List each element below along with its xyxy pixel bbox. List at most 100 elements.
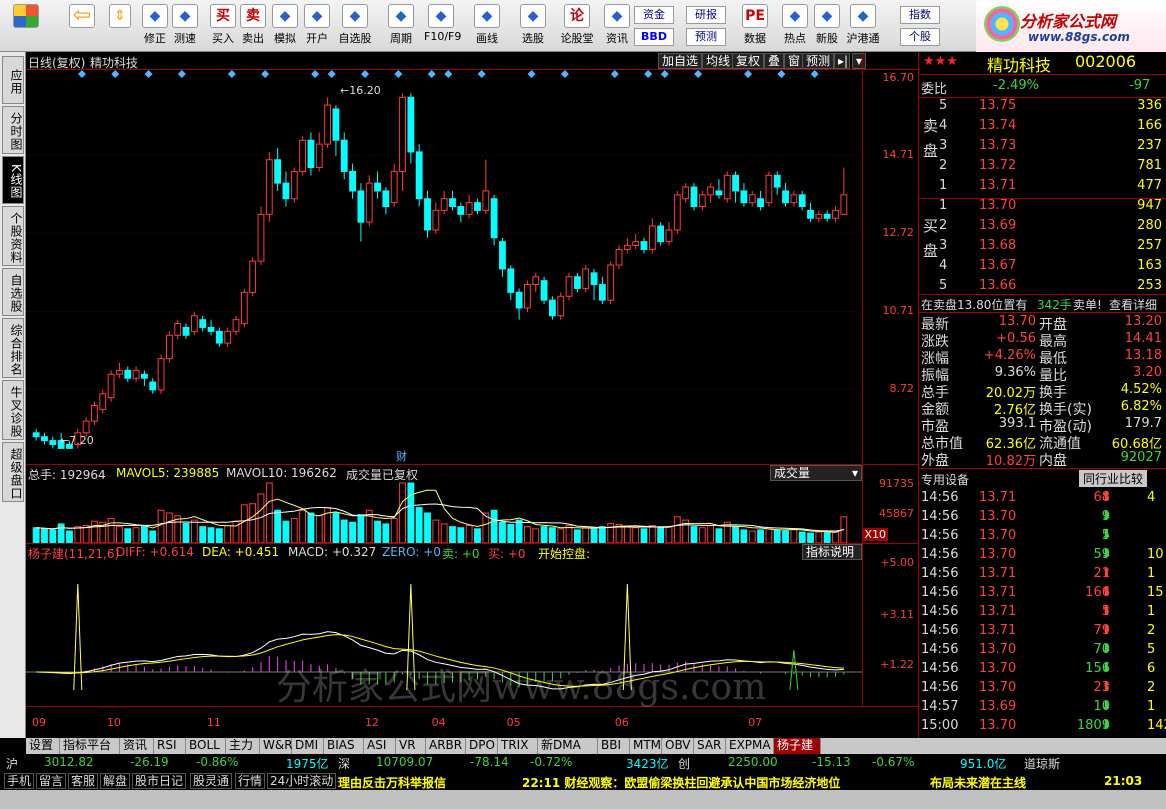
research-button[interactable]: 研报 — [686, 6, 726, 24]
toolbar-btn-3[interactable]: 卖卖出 — [236, 4, 270, 50]
indicator-tab-0[interactable]: 设置 — [26, 738, 60, 754]
news-ticker-1[interactable]: 理由反击万科举报信 — [338, 774, 446, 791]
chart-header-btn-1[interactable]: 均线 — [702, 53, 735, 69]
index-button[interactable]: 指数 — [900, 6, 940, 24]
chart-header: 日线(复权) 精功科技 加自选 均线 复权叠窗预测 ▸| ▾ — [26, 52, 918, 70]
toolbar-btn-10[interactable]: ◆ 选股 — [516, 4, 550, 50]
volume-bar — [57, 523, 65, 543]
back-button[interactable]: ⇦ — [62, 4, 102, 50]
indicator-tab-9[interactable]: ASI — [364, 738, 396, 754]
event-marker-icon — [644, 70, 653, 78]
up-down-button[interactable]: ⇕ — [106, 4, 134, 50]
indicator-tab-5[interactable]: 主力 — [226, 738, 260, 754]
toolbar-btn-5[interactable]: ◆ 开户 — [300, 4, 334, 50]
toolbar-btn-9[interactable]: ◆ 画线 — [470, 4, 504, 50]
stock-button[interactable]: 个股 — [900, 28, 940, 46]
pin-icon[interactable]: ▸| — [834, 53, 850, 69]
indicator-tab-14[interactable]: 新DMA — [538, 738, 598, 754]
toolbar-btn-4[interactable]: ◆ 模拟 — [268, 4, 302, 50]
indicator-tab-19[interactable]: EXPMA — [726, 738, 774, 754]
news-btn-1[interactable]: 留言 — [36, 773, 67, 789]
side-tab-7[interactable]: 超级盘口 — [2, 442, 24, 502]
industry-compare-button[interactable]: 同行业比较 — [1079, 470, 1148, 487]
side-tab-2[interactable]: K线图 — [2, 156, 24, 204]
indicator-tab-20[interactable]: 杨子建 — [774, 738, 821, 754]
news-btn-5[interactable]: 股灵通 — [190, 773, 233, 789]
chart-area[interactable]: 日线(复权) 精功科技 加自选 均线 复权叠窗预测 ▸| ▾ 16.70 14.71 1… — [26, 52, 918, 738]
indicator-tab-6[interactable]: W&R — [260, 738, 293, 754]
volume-bar — [132, 527, 140, 543]
bbd-button[interactable]: BBD — [634, 28, 674, 46]
toolbar-btn-11[interactable]: 论论股堂 — [560, 4, 594, 50]
toolbar-btn-7[interactable]: ◆ 周期 — [384, 4, 418, 50]
forecast-button[interactable]: 预测 — [686, 28, 726, 46]
indicator-tab-8[interactable]: BIAS — [324, 738, 364, 754]
chart-header-btn-2[interactable]: 复权 — [732, 53, 765, 69]
chart-header-btn-0[interactable]: 加自选 — [658, 53, 703, 69]
finance-marker[interactable]: 财 — [396, 448, 407, 464]
volume-bar — [182, 522, 190, 543]
weibi-label: 委比 — [921, 82, 948, 97]
news-ticker-3[interactable]: 布局未来潜在主线 — [930, 774, 1026, 791]
news-btn-3[interactable]: 解盘 — [100, 773, 131, 789]
indicator-tab-13[interactable]: TRIX — [498, 738, 538, 754]
volume-bar — [715, 528, 723, 543]
indicator-tab-1[interactable]: 指标平台 — [60, 738, 120, 754]
chart-header-btn-5[interactable]: 预测 — [802, 53, 835, 69]
toolbar-btn-6[interactable]: ◆ 自选股 — [338, 4, 372, 50]
tick-time: 14:56 — [921, 623, 959, 638]
tick-price: 13.70 — [979, 718, 1017, 733]
side-tab-5[interactable]: 综合排名 — [2, 318, 24, 378]
news-btn-2[interactable]: 客服 — [68, 773, 99, 789]
news-btn-4[interactable]: 股市日记 — [132, 773, 187, 789]
candle-body — [357, 190, 365, 223]
news-ticker-2[interactable]: 22:11 财经观察：欧盟偷梁换柱回避承认中国市场经济地位 — [522, 774, 840, 791]
indicator-tab-12[interactable]: DPO — [466, 738, 498, 754]
side-tab-3[interactable]: 个股资料 — [2, 206, 24, 266]
news-btn-0[interactable]: 手机 — [4, 773, 35, 789]
volume-header: 总手: 192964 MAVOL5: 239885 MAVOL10: 19626… — [26, 465, 862, 482]
tick-count: 2 — [1147, 623, 1156, 638]
toolbar-btn-13[interactable]: PE 数据 — [738, 4, 772, 50]
news-btn-7[interactable]: 24小时滚动 — [267, 773, 337, 789]
toolbar-btn-8[interactable]: ◆ F10/F9 — [424, 4, 461, 50]
dropdown-arrow-icon[interactable]: ▾ — [852, 53, 866, 69]
event-marker-icon — [144, 70, 153, 78]
home-grid-button[interactable] — [6, 4, 46, 50]
side-tab-4[interactable]: 自选股 — [2, 268, 24, 316]
indicator-tab-4[interactable]: BOLL — [186, 738, 226, 754]
indicator-tab-17[interactable]: OBV — [662, 738, 694, 754]
toolbar-btn-15[interactable]: ◆ 新股 — [810, 4, 844, 50]
indicator-tab-3[interactable]: RSI — [154, 738, 186, 754]
side-tab-0[interactable]: 应用 — [2, 56, 24, 104]
side-tab-6[interactable]: 牛叉诊股 — [2, 380, 24, 440]
toolbar-btn-14[interactable]: ◆ 热点 — [778, 4, 812, 50]
candle-body — [698, 194, 706, 208]
toolbar-btn-2[interactable]: 买买入 — [206, 4, 240, 50]
volume-bar — [607, 522, 615, 543]
volume-bar — [690, 526, 698, 543]
indicator-tab-11[interactable]: ARBR — [426, 738, 466, 754]
news-btn-6[interactable]: 行情 — [235, 773, 266, 789]
side-tab-1[interactable]: 分时图 — [2, 106, 24, 154]
large-order-detail-link[interactable]: 查看详细 — [1109, 296, 1157, 313]
toolbar-btn-0[interactable]: ◆ 修正 — [138, 4, 172, 50]
indicator-tab-10[interactable]: VR — [396, 738, 426, 754]
indicator-tab-2[interactable]: 资讯 — [120, 738, 154, 754]
toolbar-btn-16[interactable]: ◆ 沪港通 — [846, 4, 880, 50]
indicator-explain-button[interactable]: 指标说明 — [802, 544, 862, 560]
volume-indicator-select[interactable]: 成交量 ▾ — [770, 465, 862, 481]
indicator-tab-16[interactable]: MTM — [630, 738, 662, 754]
fund-button[interactable]: 资金 — [634, 6, 674, 24]
toolbar-btn-12[interactable]: ◆ 资讯 — [600, 4, 634, 50]
toolbar-btn-1[interactable]: ◆ 测速 — [168, 4, 202, 50]
event-marker-icon — [660, 70, 669, 78]
indicator-tab-15[interactable]: BBI — [598, 738, 630, 754]
chart-header-btn-4[interactable]: 窗 — [784, 53, 805, 69]
flame-icon: ◆ — [782, 4, 808, 28]
chart-header-btn-3[interactable]: 叠 — [764, 53, 785, 69]
event-marker-icon — [177, 70, 186, 78]
indicator-tab-18[interactable]: SAR — [694, 738, 726, 754]
tick-time: 14:56 — [921, 528, 959, 543]
indicator-tab-7[interactable]: DMI — [292, 738, 324, 754]
